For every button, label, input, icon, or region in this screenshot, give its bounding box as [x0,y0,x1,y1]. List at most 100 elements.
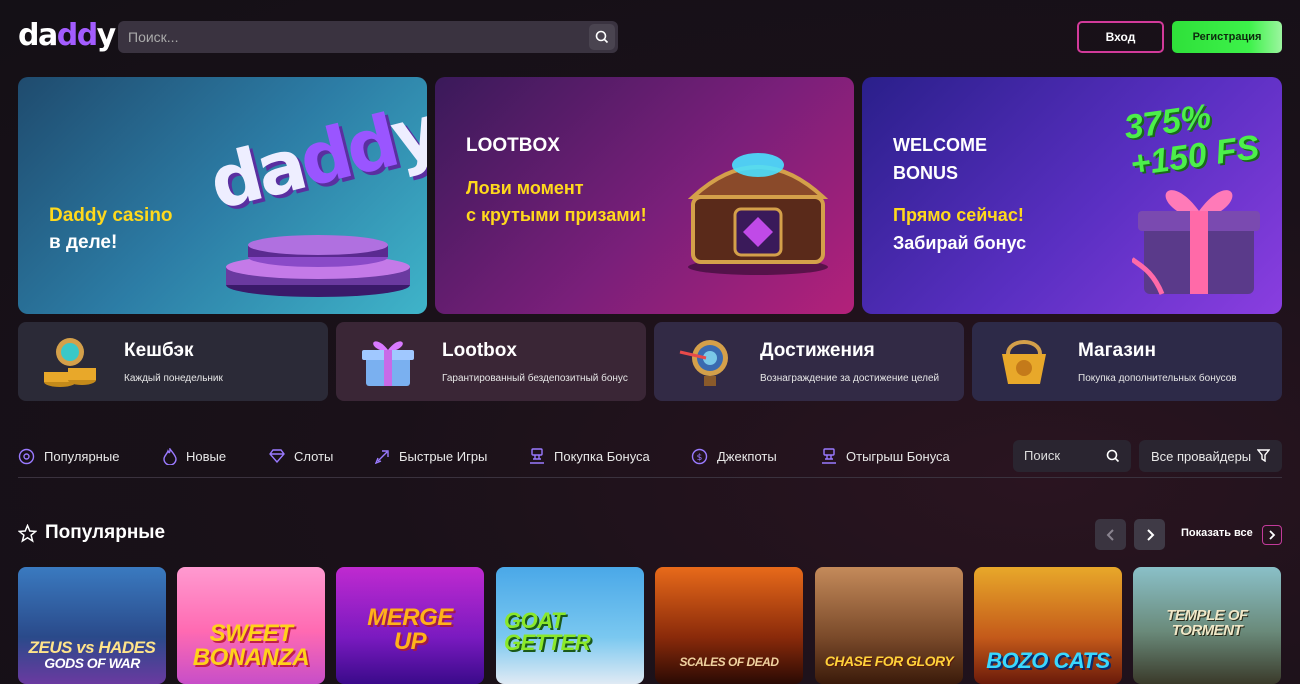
search-icon [595,30,609,44]
banner-title-yellow: Daddy casino [49,205,173,226]
banner-lootbox[interactable]: LOOTBOX Лови момент с крутыми призами! [435,77,854,314]
tab-label: Быстрые Игры [399,448,488,464]
game-title: MERGE UP [336,606,484,654]
game-card[interactable]: GOAT GETTER [496,567,644,684]
tab-jackpots[interactable]: $ Джекпоты [691,440,777,472]
section-title-label: Популярные [45,522,166,543]
tab-new[interactable]: Новые [163,440,226,472]
chevron-right-icon [1146,528,1154,541]
flower-icon [18,448,35,464]
banner-line-2: с крутыми призами! [466,205,647,225]
feature-subtitle: Гарантированный бездепозитный бонус [442,373,628,384]
logo-part: y [96,18,117,53]
coin-icon: $ [691,448,708,464]
game-title-line: GETTER [504,630,591,655]
tab-label: Новые [186,448,227,464]
game-title-line: GODS OF WAR [44,655,140,671]
search-button[interactable] [589,24,615,50]
podium-icon [530,448,544,464]
daddy-logo[interactable]: daddy [18,18,117,53]
game-card[interactable]: SWEET BONANZA [177,567,325,684]
feature-lootbox[interactable]: Lootbox Гарантированный бездепозитный бо… [336,322,646,401]
tab-fast-games[interactable]: Быстрые Игры [375,440,487,472]
game-title: BOZO CATS [986,648,1110,673]
gift-box-illustration [1132,190,1260,295]
chevron-right-icon [1269,530,1276,540]
banner-title-1: WELCOME [893,135,987,155]
header: daddy Вход Регистрация [0,0,1300,76]
carousel-prev-button[interactable] [1095,519,1126,550]
target-icon [679,340,728,386]
providers-filter[interactable]: Все провайдеры [1139,440,1282,472]
banner-title: LOOTBOX [466,135,560,156]
game-title: ZEUS vs HADES GODS OF WAR [18,639,166,670]
feature-achievements[interactable]: Достижения Вознаграждение за достижение … [654,322,964,401]
feature-cashback[interactable]: Кешбэк Каждый понедельник [18,322,328,401]
cashback-coins-icon [44,338,96,387]
feature-title: Lootbox [442,340,517,361]
gift-icon [362,341,414,386]
category-search-input[interactable] [1024,448,1104,463]
search-bar [118,21,618,53]
game-card[interactable]: BOZO CATS [974,567,1122,684]
banner-logo: daddy [201,88,427,225]
game-title-line: MERGE [367,604,453,631]
category-search [1013,440,1131,472]
feature-title: Магазин [1078,340,1156,361]
show-all-link[interactable]: Показать все [1181,527,1253,539]
section-title: Популярные [18,522,165,544]
podium-icon [822,448,836,464]
banner-title-2: BONUS [893,163,959,183]
feature-shop[interactable]: Магазин Покупка дополнительных бонусов [972,322,1282,401]
tab-label: Популярные [44,448,120,464]
svg-text:$: $ [697,453,703,463]
banner-line-1: Лови момент [466,178,584,198]
banner-welcome-bonus[interactable]: 375% +150 FS WELCOME BONUS Прямо сейчас!… [862,77,1282,314]
game-title: TEMPLE OF TORMENT [1166,607,1248,639]
banner-title-white: в деле! [49,232,118,253]
game-title-line: UP [393,628,427,655]
shop-basket-icon [1002,340,1046,384]
carousel-next-button[interactable] [1134,519,1165,550]
logo-part: dd [56,18,98,53]
tab-slots[interactable]: Слоты [269,440,333,472]
tab-label: Покупка Бонуса [554,448,650,464]
feature-title: Кешбэк [124,340,194,361]
banner-line-white: Забирай бонус [893,233,1027,253]
treasure-chest-illustration [687,153,829,275]
login-button[interactable]: Вход [1077,21,1164,53]
tab-bonus-buy[interactable]: Покупка Бонуса [529,440,650,472]
game-card[interactable]: ZEUS vs HADES GODS OF WAR [18,567,166,684]
rocket-icon [375,449,389,464]
divider [18,477,1282,478]
game-title-line: ZEUS vs HADES [28,638,156,657]
feature-subtitle: Покупка дополнительных бонусов [1078,373,1237,384]
logo-part: da [18,18,58,53]
search-input[interactable] [128,29,578,45]
game-card[interactable]: CHASE FOR GLORY [815,567,963,684]
game-card[interactable]: TEMPLE OF TORMENT [1133,567,1281,684]
register-button[interactable]: Регистрация [1172,21,1282,53]
star-icon [18,523,37,543]
providers-label: Все провайдеры [1151,448,1252,464]
game-title: GOAT GETTER [504,610,644,654]
game-title-line: BONANZA [192,644,310,671]
game-card[interactable]: SCALES OF DEAD [655,567,803,684]
tab-popular[interactable]: Популярные [18,440,119,472]
filter-icon [1257,449,1270,462]
game-title: SCALES OF DEAD [679,655,779,669]
game-title: SWEET BONANZA [177,622,325,670]
pedestal-illustration [226,235,410,297]
game-title-line: SWEET [209,620,293,647]
tab-bonus-wagering[interactable]: Отыгрыш Бонуса [821,440,950,472]
banner-line-yellow: Прямо сейчас! [893,205,1024,225]
game-title-line: GOAT [504,608,564,633]
tab-label: Слоты [294,448,334,464]
feature-subtitle: Каждый понедельник [124,373,223,384]
banner-daddy-casino[interactable]: daddy Daddy casino в деле! [18,77,427,314]
search-icon[interactable] [1106,449,1120,463]
diamond-icon [269,449,285,463]
show-all-button[interactable] [1262,525,1282,545]
flame-icon [163,447,177,465]
game-card[interactable]: MERGE UP [336,567,484,684]
